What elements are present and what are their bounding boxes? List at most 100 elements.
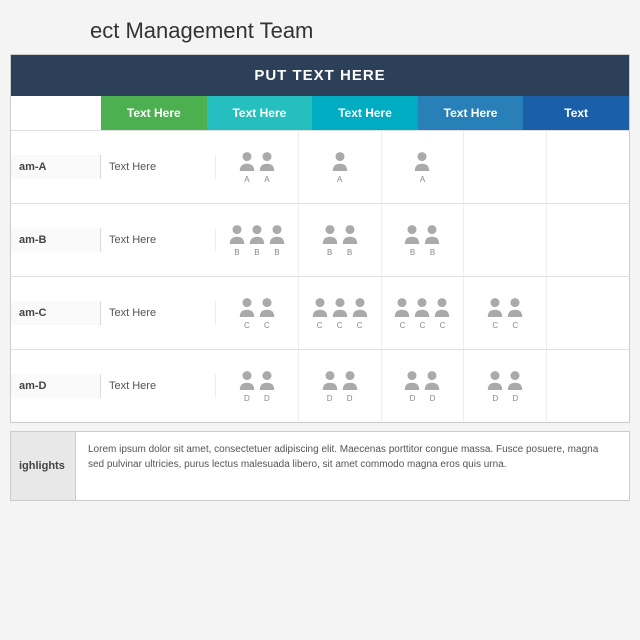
cell-1-0: BBB — [216, 204, 299, 276]
person-icon — [258, 151, 276, 173]
person-icon — [413, 297, 431, 319]
row-label-0: am-A — [11, 155, 101, 179]
cell-letter: C — [331, 321, 349, 330]
person-icon — [228, 224, 246, 246]
page: ect Management Team PUT TEXT HERE Text H… — [0, 0, 640, 640]
data-rows: am-AText Here AA A Aam-BText Here BBB BB… — [11, 131, 629, 422]
cell-letter: B — [403, 248, 421, 257]
highlights-label: ighlights — [11, 432, 76, 500]
cell-letter: D — [341, 394, 359, 403]
cell-letter: D — [238, 394, 256, 403]
cell-letter: D — [258, 394, 276, 403]
person-icon — [423, 224, 441, 246]
cell-1-3 — [464, 204, 547, 276]
col-header-3: Text Here — [418, 96, 524, 130]
person-icon — [258, 370, 276, 392]
row-label-1: am-B — [11, 228, 101, 252]
highlights-label-text: ighlights — [19, 460, 65, 472]
cell-letter: C — [413, 321, 431, 330]
cell-letter: C — [506, 321, 524, 330]
cell-2-1: CCC — [299, 277, 382, 349]
cell-letter: B — [248, 248, 266, 257]
person-icon — [321, 224, 339, 246]
cell-letter: B — [268, 248, 286, 257]
cell-letter: D — [403, 394, 421, 403]
cell-2-2: CCC — [382, 277, 465, 349]
person-icon — [238, 151, 256, 173]
cell-letter: D — [506, 394, 524, 403]
person-icon — [423, 370, 441, 392]
cell-letter: B — [423, 248, 441, 257]
col-header-1: Text Here — [207, 96, 313, 130]
person-icon — [393, 297, 411, 319]
cell-3-0: DD — [216, 350, 299, 422]
cell-0-1: A — [299, 131, 382, 203]
cell-0-0: AA — [216, 131, 299, 203]
cell-2-4 — [547, 277, 629, 349]
person-icon — [238, 297, 256, 319]
col-header-0: Text Here — [101, 96, 207, 130]
cell-3-1: DD — [299, 350, 382, 422]
person-icon — [486, 297, 504, 319]
person-icon — [341, 370, 359, 392]
row-label-2: am-C — [11, 301, 101, 325]
person-icon — [248, 224, 266, 246]
cell-letter: B — [321, 248, 339, 257]
row-text-2: Text Here — [101, 301, 216, 325]
col-headers-row: Text HereText HereText HereText HereText — [11, 96, 629, 131]
cell-letter: D — [423, 394, 441, 403]
person-icon — [413, 151, 431, 173]
col-headers-container: Text HereText HereText HereText HereText — [101, 96, 629, 130]
highlights-text: Lorem ipsum dolor sit amet, consectetuer… — [76, 432, 629, 500]
person-icon — [238, 370, 256, 392]
person-icon — [433, 297, 451, 319]
row-text-0: Text Here — [101, 155, 216, 179]
cell-letter: D — [486, 394, 504, 403]
cell-letter: C — [238, 321, 256, 330]
table-row: am-CText Here CC CCC CCC CC — [11, 277, 629, 350]
cell-3-3: DD — [464, 350, 547, 422]
cell-3-2: DD — [382, 350, 465, 422]
cell-letter: D — [321, 394, 339, 403]
cell-0-4 — [547, 131, 629, 203]
col-header-2: Text Here — [312, 96, 418, 130]
highlights-section: ighlights Lorem ipsum dolor sit amet, co… — [10, 431, 630, 501]
row-label-3: am-D — [11, 374, 101, 398]
main-table: PUT TEXT HERE Text HereText HereText Her… — [10, 54, 630, 423]
table-row: am-AText Here AA A A — [11, 131, 629, 204]
cell-letter: A — [258, 175, 276, 184]
cell-letter: C — [351, 321, 369, 330]
cell-letter: A — [331, 175, 349, 184]
person-icon — [331, 151, 349, 173]
cell-letter: B — [228, 248, 246, 257]
cell-1-1: BB — [299, 204, 382, 276]
cell-1-2: BB — [382, 204, 465, 276]
table-row: am-BText Here BBB BB BB — [11, 204, 629, 277]
cell-letter: C — [393, 321, 411, 330]
cell-letter: B — [341, 248, 359, 257]
cell-1-4 — [547, 204, 629, 276]
cell-letter: A — [413, 175, 431, 184]
page-title: ect Management Team — [0, 0, 640, 54]
table-row: am-DText Here DD DD DD DD — [11, 350, 629, 422]
cell-0-2: A — [382, 131, 465, 203]
person-icon — [486, 370, 504, 392]
person-icon — [321, 370, 339, 392]
cell-letter: C — [311, 321, 329, 330]
cell-letter: A — [238, 175, 256, 184]
person-icon — [268, 224, 286, 246]
person-icon — [341, 224, 359, 246]
cell-letter: C — [433, 321, 451, 330]
person-icon — [311, 297, 329, 319]
spacer — [11, 96, 101, 130]
person-icon — [331, 297, 349, 319]
cell-2-0: CC — [216, 277, 299, 349]
cell-2-3: CC — [464, 277, 547, 349]
cell-letter: C — [258, 321, 276, 330]
person-icon — [351, 297, 369, 319]
cell-0-3 — [464, 131, 547, 203]
cell-letter: C — [486, 321, 504, 330]
row-text-1: Text Here — [101, 228, 216, 252]
table-header: PUT TEXT HERE — [11, 55, 629, 96]
person-icon — [506, 370, 524, 392]
